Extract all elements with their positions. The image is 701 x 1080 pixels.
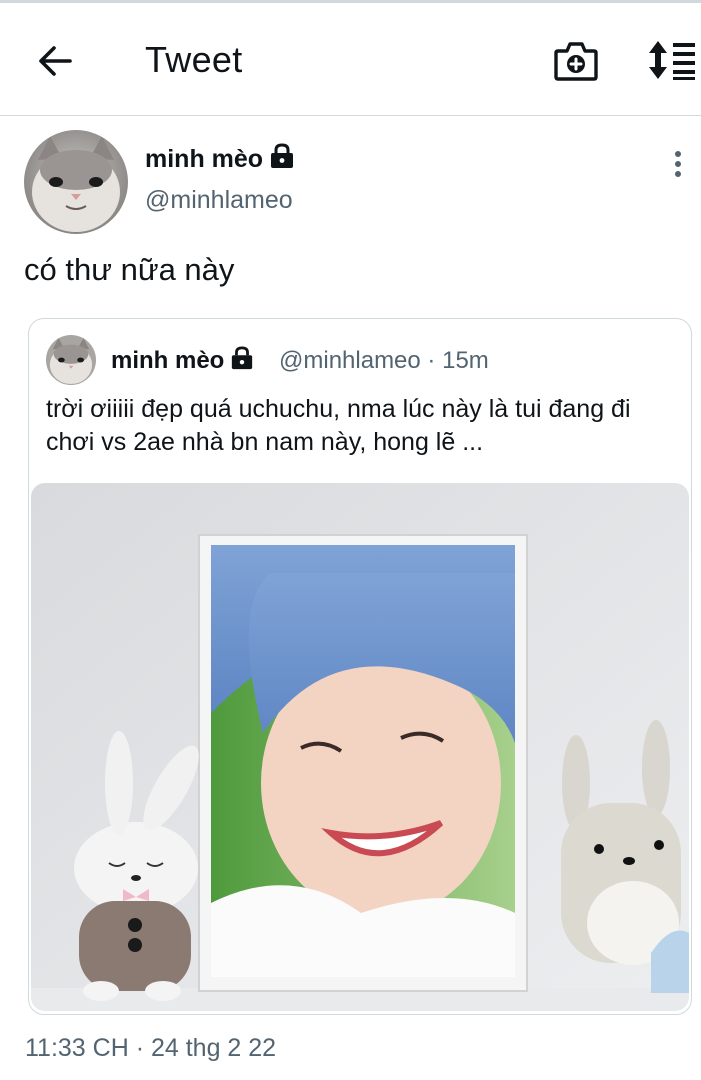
quoted-author-handle: @minhlameo — [279, 347, 421, 374]
quoted-author-name: minh mèo — [111, 346, 254, 377]
top-app-bar: Tweet — [0, 3, 701, 116]
quoted-author-name-text: minh mèo — [111, 347, 225, 374]
quoted-media-image[interactable] — [31, 483, 689, 1011]
back-button[interactable] — [36, 41, 76, 81]
quoted-meta: @minhlameo · 15m — [279, 347, 489, 375]
author-handle[interactable]: @minhlameo — [145, 186, 293, 215]
quoted-author-avatar — [46, 335, 96, 385]
author-name[interactable]: minh mèo — [145, 143, 295, 176]
camera-plus-icon — [554, 42, 598, 81]
arrow-left-icon — [39, 46, 72, 76]
sort-button[interactable] — [645, 39, 697, 81]
tweet-text: có thư nữa này — [24, 252, 235, 287]
author-name-text: minh mèo — [145, 145, 264, 173]
author-avatar[interactable] — [24, 130, 128, 234]
page-title: Tweet — [145, 39, 243, 80]
lock-icon — [230, 346, 254, 377]
lock-icon — [269, 143, 295, 176]
framed-portrait-photo — [31, 483, 689, 1011]
camera-button[interactable] — [553, 39, 599, 83]
meta-separator: · — [427, 347, 436, 374]
tweet-timestamp[interactable]: 11:33 CH · 24 thg 2 22 — [25, 1034, 276, 1063]
quoted-tweet-card[interactable]: minh mèo @minhlameo · 15m trời ơiiiii đẹ… — [28, 318, 692, 1015]
cat-avatar-image — [24, 130, 128, 234]
cat-avatar-image — [46, 335, 96, 385]
quoted-time: 15m — [442, 347, 489, 374]
quoted-text: trời ơiiiii đẹp quá uchuchu, nma lúc này… — [46, 395, 631, 456]
sort-list-icon — [649, 41, 695, 80]
more-options-button[interactable] — [666, 146, 690, 186]
more-vertical-icon — [675, 151, 681, 177]
